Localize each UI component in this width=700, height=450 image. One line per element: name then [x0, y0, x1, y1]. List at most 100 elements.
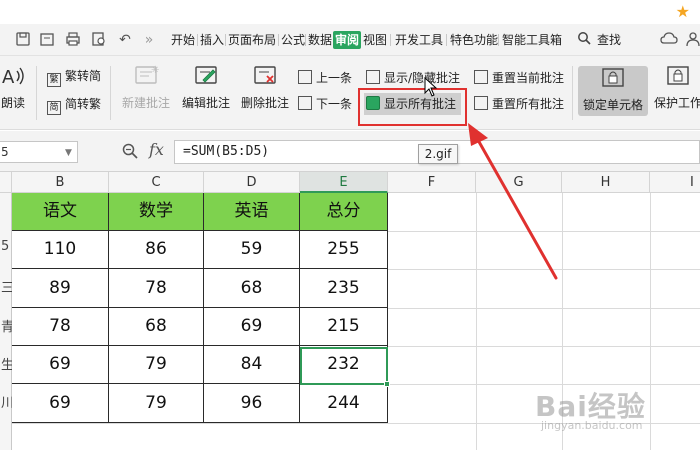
trad-simp-icon: 繁 — [47, 73, 61, 87]
column-header-g[interactable]: G — [476, 172, 562, 193]
table-header-cell[interactable]: 总分 — [300, 193, 388, 231]
protect-sheet-button[interactable]: 保护工作 — [652, 64, 700, 111]
column-header-i[interactable]: I — [650, 172, 700, 193]
read-aloud-button[interactable]: A 朗读 — [0, 64, 30, 111]
column-header-partial[interactable] — [0, 172, 12, 193]
simp-trad-icon: 简 — [47, 101, 61, 115]
menu-smart-toolbox[interactable]: 智能工具箱 — [501, 31, 563, 49]
delete-comment-icon — [254, 66, 276, 84]
menu-page-layout[interactable]: 页面布局 — [227, 31, 277, 49]
table-header-cell[interactable]: 英语 — [204, 193, 300, 231]
column-header-c[interactable]: C — [109, 172, 204, 193]
collaborate-icon[interactable] — [684, 31, 700, 49]
table-cell[interactable]: 84 — [204, 346, 300, 384]
table-header-cell[interactable]: 语文 — [12, 193, 109, 231]
reset-all-comments-button[interactable]: 重置所有批注 — [474, 94, 564, 114]
menu-developer[interactable]: 开发工具 — [394, 31, 444, 49]
lock-cell-label: 锁定单元格 — [582, 98, 643, 112]
cloud-sync-icon[interactable] — [660, 31, 678, 49]
print-preview-icon[interactable] — [90, 31, 108, 49]
show-hide-comment-label: 显示/隐藏批注 — [384, 71, 461, 85]
menu-divider — [498, 34, 499, 46]
menu-formula[interactable]: 公式 — [280, 31, 306, 49]
undo-icon[interactable]: ↶ — [116, 31, 134, 49]
table-cell[interactable]: 68 — [109, 308, 204, 346]
trad-to-simp-label: 繁转简 — [65, 69, 102, 83]
next-comment-button[interactable]: 下一条 — [298, 94, 352, 114]
show-hide-comment-button[interactable]: 显示/隐藏批注 — [366, 68, 460, 88]
table-cell[interactable]: 68 — [204, 269, 300, 308]
menu-insert[interactable]: 插入 — [199, 31, 225, 49]
ribbon-divider — [36, 66, 37, 120]
table-cell[interactable]: 69 — [204, 308, 300, 346]
more-chevron-icon[interactable]: » — [140, 31, 158, 49]
save-icon[interactable] — [14, 31, 32, 49]
name-box-dropdown-icon[interactable]: ▼ — [65, 148, 72, 158]
table-cell[interactable]: 78 — [12, 308, 109, 346]
table-cell[interactable]: 96 — [204, 384, 300, 423]
show-all-comments-callout-box — [358, 88, 467, 126]
column-header-b[interactable]: B — [12, 172, 109, 193]
baidu-jingyan-watermark: Bai经验 jingyan.baidu.com — [535, 385, 675, 435]
menu-divider — [197, 34, 198, 46]
prev-comment-button[interactable]: 上一条 — [298, 68, 352, 88]
simp-to-trad-button[interactable]: 简简转繁 — [47, 94, 101, 115]
row-header[interactable]: 川 — [0, 392, 12, 411]
reset-current-comment-button[interactable]: 重置当前批注 — [474, 68, 564, 88]
table-cell[interactable]: 235 — [300, 269, 388, 308]
menu-divider — [446, 34, 447, 46]
menu-view[interactable]: 视图 — [362, 31, 388, 49]
window-top-strip: ★ — [0, 0, 700, 24]
table-cell[interactable]: 244 — [300, 384, 388, 423]
new-comment-button[interactable]: ✳ 新建批注 — [120, 64, 172, 111]
table-cell[interactable]: 59 — [204, 231, 300, 269]
trad-to-simp-button[interactable]: 繁繁转简 — [47, 66, 102, 87]
table-cell[interactable]: 69 — [12, 384, 109, 423]
star-icon[interactable]: ★ — [676, 2, 690, 21]
row-header[interactable]: 生 — [0, 354, 12, 373]
menu-review[interactable]: 审阅 — [333, 31, 362, 49]
fill-handle[interactable] — [384, 381, 390, 387]
column-header-e[interactable]: E — [300, 172, 388, 193]
table-cell[interactable]: 255 — [300, 231, 388, 269]
menu-divider — [278, 34, 279, 46]
column-header-h[interactable]: H — [562, 172, 650, 193]
table-cell[interactable]: 89 — [12, 269, 109, 308]
edit-comment-button[interactable]: 编辑批注 — [180, 64, 232, 111]
prev-comment-icon — [298, 70, 312, 84]
table-header-cell[interactable]: 数学 — [109, 193, 204, 231]
selected-cell-border — [300, 347, 388, 385]
column-header-d[interactable]: D — [204, 172, 300, 193]
lock-cell-button[interactable]: 锁定单元格 — [578, 66, 648, 113]
search-icon[interactable] — [576, 31, 592, 49]
export-icon[interactable] — [38, 31, 56, 49]
menu-special-features[interactable]: 特色功能 — [449, 31, 499, 49]
read-aloud-label: 朗读 — [0, 96, 25, 110]
menu-start[interactable]: 开始 — [170, 31, 196, 49]
table-cell[interactable]: 78 — [109, 269, 204, 308]
print-icon[interactable] — [64, 31, 82, 49]
column-headers: B C D E F G H I — [0, 172, 700, 193]
delete-comment-button[interactable]: 删除批注 — [238, 64, 292, 111]
table-cell[interactable]: 79 — [109, 384, 204, 423]
table-cell[interactable]: 110 — [12, 231, 109, 269]
table-cell[interactable]: 86 — [109, 231, 204, 269]
table-cell[interactable]: 69 — [12, 346, 109, 384]
table-cell[interactable]: 79 — [109, 346, 204, 384]
next-comment-label: 下一条 — [316, 97, 353, 111]
row-header[interactable]: 5 — [0, 239, 12, 254]
row-header[interactable]: 青 — [0, 316, 12, 335]
reset-all-comments-icon — [474, 96, 488, 110]
formula-bar: 5 ▼ fx =SUM(B5:D5) — [0, 131, 700, 172]
zoom-icon[interactable] — [121, 142, 139, 160]
row-header[interactable]: 三 — [0, 277, 12, 296]
new-comment-icon: ✳ — [135, 65, 159, 84]
ribbon-divider — [572, 66, 573, 120]
delete-comment-label: 删除批注 — [240, 96, 289, 110]
search-button[interactable]: 查找 — [596, 31, 622, 49]
column-header-f[interactable]: F — [388, 172, 476, 193]
menu-data[interactable]: 数据 — [307, 31, 333, 49]
svg-text:✳: ✳ — [151, 65, 159, 76]
table-cell[interactable]: 215 — [300, 308, 388, 346]
fx-icon[interactable]: fx — [149, 140, 164, 159]
